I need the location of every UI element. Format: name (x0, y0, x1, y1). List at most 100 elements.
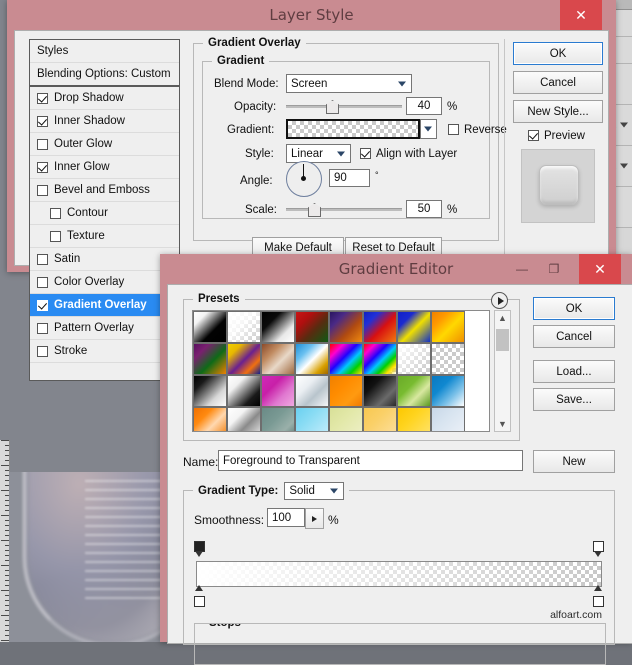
preset-swatch[interactable] (193, 407, 227, 432)
chevron-down-icon[interactable] (620, 164, 628, 169)
preset-swatch[interactable] (193, 343, 227, 375)
style-enable-checkbox[interactable] (37, 277, 48, 288)
preset-swatch[interactable] (227, 407, 261, 432)
preset-swatch[interactable] (261, 343, 295, 375)
sidebar-item-inner-shadow[interactable]: Inner Shadow (30, 110, 179, 133)
gradient-editor-minimize-button[interactable]: — (506, 254, 538, 284)
scale-slider[interactable] (286, 203, 402, 215)
opacity-stop-right[interactable] (593, 541, 604, 557)
scroll-up-icon[interactable]: ▲ (495, 311, 510, 325)
layer-style-close-button[interactable]: ✕ (560, 0, 602, 30)
chevron-down-icon[interactable] (620, 123, 628, 128)
style-enable-checkbox[interactable] (37, 300, 48, 311)
gradient-swatch-preview[interactable] (286, 119, 420, 139)
style-enable-checkbox[interactable] (37, 116, 48, 127)
gradient-type-select[interactable]: Solid (284, 482, 344, 500)
align-with-layer-checkbox[interactable] (360, 148, 371, 159)
color-stop-right[interactable] (593, 591, 604, 607)
preset-swatch[interactable] (329, 375, 363, 407)
preset-swatch[interactable] (261, 311, 295, 343)
sidebar-item-pattern-overlay[interactable]: Pattern Overlay (30, 317, 179, 340)
gradient-name-input[interactable]: Foreground to Transparent (218, 450, 523, 471)
preset-swatch[interactable] (329, 343, 363, 375)
style-enable-checkbox[interactable] (37, 162, 48, 173)
preset-swatch[interactable] (227, 375, 261, 407)
sidebar-item-texture[interactable]: Texture (30, 225, 179, 248)
reverse-checkbox[interactable] (448, 124, 459, 135)
gradient-editor-ok-button[interactable]: OK (533, 297, 615, 320)
gradient-strip[interactable] (196, 561, 602, 587)
preset-swatch[interactable] (295, 407, 329, 432)
sidebar-item-inner-glow[interactable]: Inner Glow (30, 156, 179, 179)
preset-swatch[interactable] (193, 375, 227, 407)
preset-swatch[interactable] (363, 407, 397, 432)
presets-scrollbar-thumb[interactable] (496, 329, 509, 351)
sidebar-item-blending-options[interactable]: Blending Options: Custom (30, 63, 179, 87)
smoothness-stepper-button[interactable] (305, 508, 324, 529)
style-enable-checkbox[interactable] (37, 346, 48, 357)
preset-swatch[interactable] (431, 407, 465, 432)
style-enable-checkbox[interactable] (50, 208, 61, 219)
layer-style-ok-button[interactable]: OK (513, 42, 603, 65)
gradient-editor-titlebar[interactable]: Gradient Editor — ❐ ✕ (160, 254, 632, 284)
preset-swatch[interactable] (261, 375, 295, 407)
gradient-editor-close-button[interactable]: ✕ (579, 254, 621, 284)
gradient-editor-maximize-button[interactable]: ❐ (538, 254, 570, 284)
sidebar-item-contour[interactable]: Contour (30, 202, 179, 225)
preset-swatch[interactable] (227, 311, 261, 343)
preset-swatch[interactable] (227, 343, 261, 375)
preset-swatch[interactable] (397, 311, 431, 343)
preset-swatch[interactable] (329, 311, 363, 343)
preset-swatch[interactable] (295, 375, 329, 407)
presets-list[interactable] (192, 310, 490, 432)
opacity-stop-left[interactable] (194, 541, 205, 557)
preview-checkbox[interactable] (528, 130, 539, 141)
preset-swatch[interactable] (193, 311, 227, 343)
preset-swatch[interactable] (363, 375, 397, 407)
smoothness-input[interactable]: 100 (267, 508, 305, 527)
preset-swatch[interactable] (363, 343, 397, 375)
preset-swatch[interactable] (431, 343, 465, 375)
presets-scrollbar[interactable]: ▲ ▼ (494, 310, 511, 432)
sidebar-item-bevel-and-emboss[interactable]: Bevel and Emboss (30, 179, 179, 202)
preset-swatch[interactable] (431, 375, 465, 407)
opacity-value-input[interactable]: 40 (406, 97, 442, 115)
style-enable-checkbox[interactable] (37, 139, 48, 150)
gradient-style-select[interactable]: Linear (286, 144, 351, 163)
style-enable-checkbox[interactable] (37, 93, 48, 104)
sidebar-item-gradient-overlay[interactable]: Gradient Overlay (30, 294, 179, 317)
preset-swatch[interactable] (329, 407, 363, 432)
new-gradient-button[interactable]: New (533, 450, 615, 473)
new-style-button[interactable]: New Style... (513, 100, 603, 123)
presets-menu-icon[interactable] (491, 292, 508, 309)
layer-style-titlebar[interactable]: Layer Style ✕ (7, 0, 616, 30)
sidebar-item-color-overlay[interactable]: Color Overlay (30, 271, 179, 294)
preset-swatch[interactable] (295, 343, 329, 375)
gradient-picker-dropdown[interactable] (420, 119, 437, 139)
sidebar-item-stroke[interactable]: Stroke (30, 340, 179, 363)
preset-swatch[interactable] (397, 343, 431, 375)
style-enable-checkbox[interactable] (37, 323, 48, 334)
angle-dial[interactable] (286, 161, 322, 197)
opacity-slider-thumb[interactable] (326, 100, 339, 114)
color-stop-left[interactable] (194, 591, 205, 607)
sidebar-item-outer-glow[interactable]: Outer Glow (30, 133, 179, 156)
preset-swatch[interactable] (295, 311, 329, 343)
scale-slider-thumb[interactable] (308, 203, 321, 217)
layer-style-cancel-button[interactable]: Cancel (513, 71, 603, 94)
scroll-down-icon[interactable]: ▼ (495, 417, 510, 431)
sidebar-item-satin[interactable]: Satin (30, 248, 179, 271)
preset-swatch[interactable] (261, 407, 295, 432)
style-enable-checkbox[interactable] (50, 231, 61, 242)
gradient-editor-cancel-button[interactable]: Cancel (533, 325, 615, 348)
opacity-slider[interactable] (286, 100, 402, 112)
sidebar-item-drop-shadow[interactable]: Drop Shadow (30, 87, 179, 110)
preset-swatch[interactable] (363, 311, 397, 343)
preset-swatch[interactable] (397, 375, 431, 407)
angle-value-input[interactable]: 90 (329, 169, 370, 187)
style-enable-checkbox[interactable] (37, 254, 48, 265)
load-button[interactable]: Load... (533, 360, 615, 383)
style-enable-checkbox[interactable] (37, 185, 48, 196)
styles-list[interactable]: Styles Blending Options: Custom Drop Sha… (29, 39, 180, 381)
blend-mode-select[interactable]: Screen (286, 74, 412, 93)
